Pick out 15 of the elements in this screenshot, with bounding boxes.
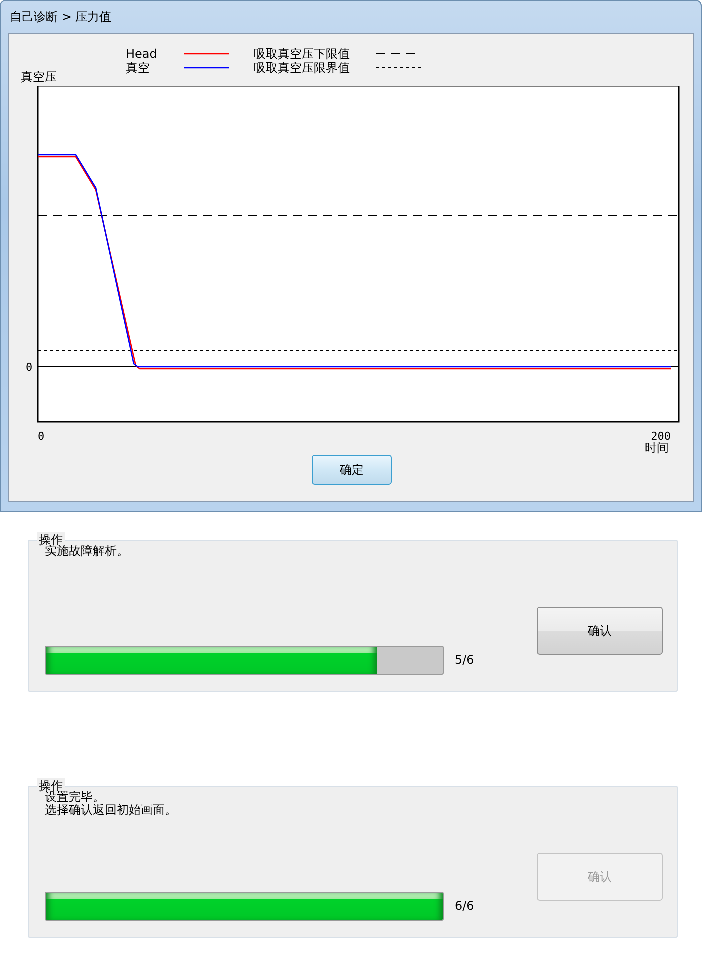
- y-tick-label: 0: [26, 361, 33, 374]
- legend-label: 吸取真空压下限值: [254, 48, 351, 60]
- x-tick-label: 200: [651, 430, 671, 443]
- legend-label: 真空: [126, 62, 151, 74]
- window-title: 自己诊断 > 压力值: [9, 9, 113, 26]
- progress-count: 5/6: [455, 653, 476, 667]
- legend-label: 吸取真空压限界值: [254, 62, 351, 74]
- ok-button[interactable]: 确定: [312, 455, 392, 485]
- status-message: 选择确认返回初始画面。: [45, 804, 178, 817]
- legend-label: Head: [126, 48, 158, 60]
- confirm-button[interactable]: 确认: [537, 607, 663, 655]
- x-tick-label: 0: [38, 430, 45, 443]
- y-axis-label: 真空压: [21, 69, 58, 86]
- x-axis-label: 时间: [645, 441, 669, 454]
- progress-count: 6/6: [455, 899, 476, 913]
